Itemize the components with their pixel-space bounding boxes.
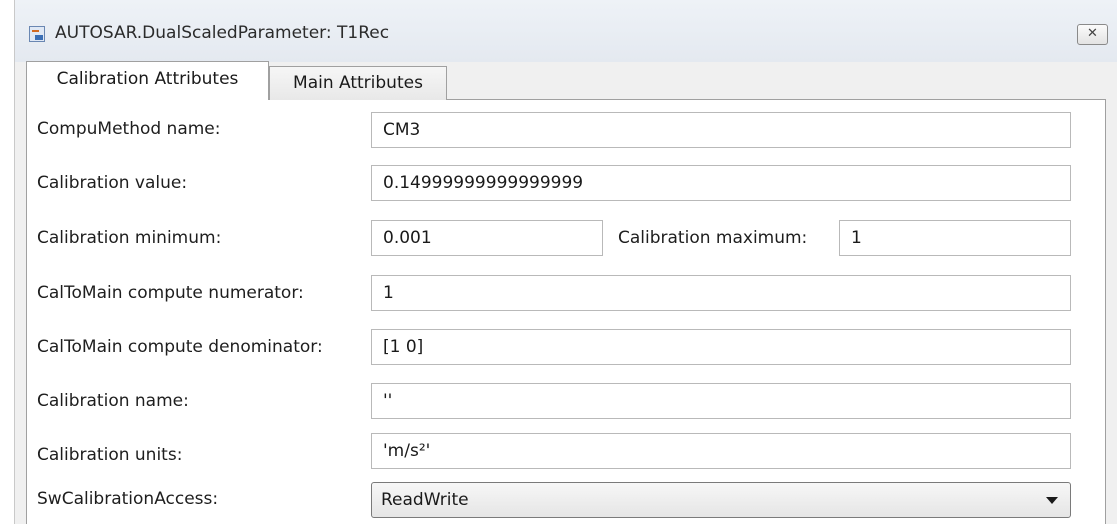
caltomain-denominator-field[interactable]: [1 0] xyxy=(371,329,1071,365)
dialog-window: AUTOSAR.DualScaledParameter: T1Rec ✕ Cal… xyxy=(14,0,1117,524)
calibration-maximum-label: Calibration maximum: xyxy=(618,228,808,248)
sw-calibration-access-select[interactable]: ReadWrite xyxy=(371,482,1071,518)
tab-calibration-attributes[interactable]: Calibration Attributes xyxy=(26,61,269,100)
title-bar[interactable]: AUTOSAR.DualScaledParameter: T1Rec ✕ xyxy=(15,0,1117,62)
calibration-maximum-field[interactable]: 1 xyxy=(839,220,1071,256)
calibration-minimum-field[interactable]: 0.001 xyxy=(371,220,603,256)
calibration-units-label: Calibration units: xyxy=(37,445,183,465)
calibration-units-field[interactable]: 'm/s²' xyxy=(371,433,1071,469)
calibration-attributes-panel: CompuMethod name: CM3 Calibration value:… xyxy=(26,99,1106,524)
tab-label: Main Attributes xyxy=(293,73,423,93)
calibration-minimum-label: Calibration minimum: xyxy=(37,228,222,248)
sw-calibration-access-label: SwCalibrationAccess: xyxy=(37,489,219,509)
tab-label: Calibration Attributes xyxy=(56,69,239,89)
compumethod-name-label: CompuMethod name: xyxy=(37,119,221,139)
calibration-value-label: Calibration value: xyxy=(37,173,188,193)
window-title: AUTOSAR.DualScaledParameter: T1Rec xyxy=(55,23,390,43)
calibration-name-field[interactable]: '' xyxy=(371,383,1071,419)
calibration-value-field[interactable]: 0.14999999999999999 xyxy=(371,165,1071,201)
tab-main-attributes[interactable]: Main Attributes xyxy=(269,66,447,100)
caltomain-numerator-label: CalToMain compute numerator: xyxy=(37,283,304,303)
caltomain-numerator-field[interactable]: 1 xyxy=(371,275,1071,311)
chevron-down-icon xyxy=(1046,497,1058,504)
close-icon: ✕ xyxy=(1087,26,1098,41)
compumethod-name-field[interactable]: CM3 xyxy=(371,112,1071,148)
calibration-name-label: Calibration name: xyxy=(37,391,189,411)
sw-calibration-access-value: ReadWrite xyxy=(381,490,469,510)
close-button[interactable]: ✕ xyxy=(1077,24,1108,45)
simulink-model-icon xyxy=(29,26,45,42)
caltomain-denominator-label: CalToMain compute denominator: xyxy=(37,337,323,357)
